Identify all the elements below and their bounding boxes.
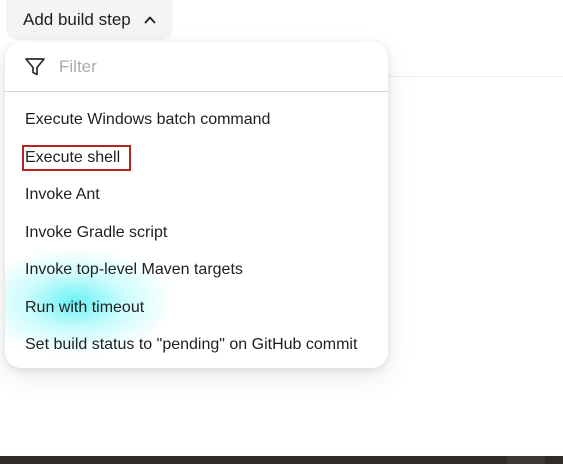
menu-item-invoke-maven-targets[interactable]: Invoke top-level Maven targets xyxy=(5,251,388,288)
menu-item-label-highlighted: Execute shell xyxy=(22,144,132,171)
menu-item-label: Invoke top-level Maven targets xyxy=(25,260,243,278)
menu-item-label: Run with timeout xyxy=(25,298,145,316)
menu-item-label: Execute Windows batch command xyxy=(25,110,271,128)
menu-item-label: Invoke Ant xyxy=(25,185,100,203)
menu-item-label: Set build status to "pending" on GitHub … xyxy=(25,335,358,353)
section-divider xyxy=(388,76,563,77)
add-build-step-button[interactable]: Add build step xyxy=(6,0,173,40)
menu-item-execute-windows-batch-command[interactable]: Execute Windows batch command xyxy=(5,101,388,138)
filter-icon xyxy=(25,57,45,75)
menu-item-invoke-gradle-script[interactable]: Invoke Gradle script xyxy=(5,214,388,251)
menu-item-set-build-status-github[interactable]: Set build status to "pending" on GitHub … xyxy=(5,326,388,363)
add-build-step-label: Add build step xyxy=(23,10,131,29)
filter-row xyxy=(5,42,388,92)
filter-input[interactable] xyxy=(59,56,359,77)
menu-item-run-with-timeout[interactable]: Run with timeout xyxy=(5,289,388,326)
bottom-bar xyxy=(0,456,563,464)
build-step-dropdown-menu: Execute Windows batch command Execute sh… xyxy=(5,42,388,368)
chevron-up-icon xyxy=(144,16,156,24)
menu-item-label: Invoke Gradle script xyxy=(25,223,168,241)
menu-item-invoke-ant[interactable]: Invoke Ant xyxy=(5,176,388,213)
menu-item-execute-shell[interactable]: Execute shell xyxy=(5,139,388,176)
